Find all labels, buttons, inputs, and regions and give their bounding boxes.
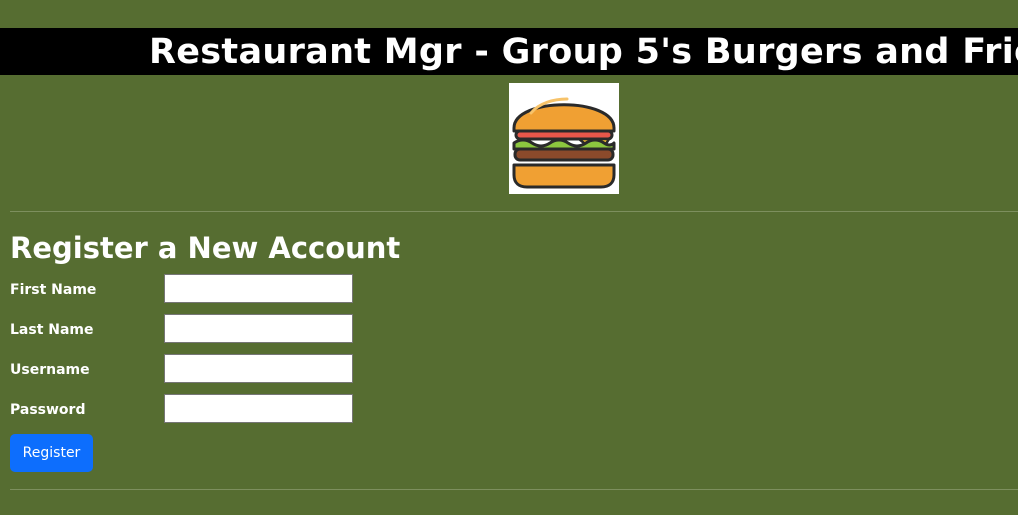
form-heading: Register a New Account	[10, 231, 401, 265]
logo	[509, 83, 619, 194]
first-name-field[interactable]	[164, 274, 353, 303]
first-name-label: First Name	[10, 282, 97, 298]
password-label: Password	[10, 402, 86, 418]
last-name-label: Last Name	[10, 322, 94, 338]
page-title: Restaurant Mgr - Group 5's Burgers and F…	[149, 32, 1018, 72]
top-divider	[10, 211, 1018, 212]
register-button[interactable]: Register	[10, 434, 93, 472]
burger-icon	[512, 97, 616, 189]
password-field[interactable]	[164, 394, 353, 423]
username-label: Username	[10, 362, 90, 378]
title-bar: Restaurant Mgr - Group 5's Burgers and F…	[0, 28, 1018, 75]
username-field[interactable]	[164, 354, 353, 383]
last-name-field[interactable]	[164, 314, 353, 343]
bottom-divider	[10, 489, 1018, 490]
